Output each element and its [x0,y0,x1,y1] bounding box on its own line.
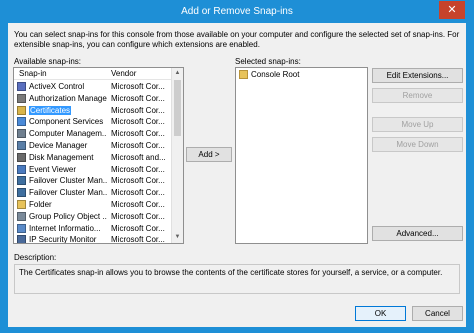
console-root-folder-icon [239,70,248,79]
snapin-row[interactable]: Device Manager Microsoft Cor... [15,140,167,151]
snapin-name: Disk Management [29,152,94,162]
column-header-snapin[interactable]: Snap-in [19,69,47,78]
snapin-vendor: Microsoft Cor... [111,129,165,139]
snapin-row[interactable]: Event Viewer Microsoft Cor... [15,164,167,175]
description-label: Description: [14,253,57,262]
snapin-row[interactable]: Disk Management Microsoft and... [15,152,167,163]
computer-management-icon [17,129,26,139]
snapin-vendor: Microsoft and... [111,152,166,162]
folder-icon [17,200,26,209]
component-services-icon [17,117,26,127]
snapin-name: Certificates [29,105,72,115]
authorization-manager-icon [17,93,26,103]
snapin-vendor: Microsoft Cor... [111,141,165,150]
device-manager-icon [17,141,26,150]
snapin-row[interactable]: Group Policy Object ... Microsoft Cor... [15,211,167,222]
scroll-down-arrow-icon[interactable]: ▼ [172,232,183,243]
title-bar[interactable]: Add or Remove Snap-ins ✕ [1,1,473,23]
snapin-row[interactable]: Folder Microsoft Cor... [15,199,167,210]
snapin-row[interactable]: Certificates Microsoft Cor... [15,105,167,116]
activex-icon [17,82,26,91]
snapin-row[interactable]: Component Services Microsoft Cor... [15,116,167,127]
vertical-scrollbar[interactable]: ▲ ▼ [171,68,183,243]
group-policy-icon [17,211,26,221]
list-header: Snap-in Vendor [14,68,183,80]
column-header-vendor[interactable]: Vendor [111,69,136,78]
move-down-button[interactable]: Move Down [372,137,463,152]
description-box: The Certificates snap-in allows you to b… [14,264,460,294]
ok-button[interactable]: OK [355,306,406,321]
snapin-row[interactable]: IP Security Monitor Microsoft Cor... [15,234,167,244]
add-button[interactable]: Add > [186,147,232,162]
snapin-name: Group Policy Object ... [29,211,107,221]
remove-button[interactable]: Remove [372,88,463,103]
snapin-name: Authorization Manager [29,93,107,103]
failover-cluster-icon [17,188,26,198]
snapin-name: ActiveX Control [29,82,85,91]
snapin-vendor: Microsoft Cor... [111,188,165,198]
snapin-vendor: Microsoft Cor... [111,235,165,244]
add-remove-snapins-dialog: Add or Remove Snap-ins ✕ You can select … [0,0,474,333]
snapin-vendor: Microsoft Cor... [111,82,165,91]
ip-security-monitor-icon [17,235,26,243]
disk-management-icon [17,152,26,162]
snapin-name: Folder [29,200,52,209]
selected-snapins-label: Selected snap-ins: [235,57,301,66]
snapin-row[interactable]: ActiveX Control Microsoft Cor... [15,81,167,92]
edit-extensions-button[interactable]: Edit Extensions... [372,68,463,83]
close-button[interactable]: ✕ [439,1,465,19]
snapin-vendor: Microsoft Cor... [111,105,165,115]
certificates-icon [17,105,26,115]
event-viewer-icon [17,164,26,174]
scroll-up-arrow-icon[interactable]: ▲ [172,68,183,79]
advanced-button[interactable]: Advanced... [372,226,463,241]
snapin-vendor: Microsoft Cor... [111,164,165,174]
iis-icon [17,223,26,233]
snapin-name: Internet Informatio... [29,223,101,233]
snapin-vendor: Microsoft Cor... [111,211,165,221]
snapin-name: Event Viewer [29,164,76,174]
description-text: The Certificates snap-in allows you to b… [19,268,443,277]
snapin-vendor: Microsoft Cor... [111,200,165,209]
available-snapins-label: Available snap-ins: [14,57,82,66]
snapin-name: Device Manager [29,141,88,150]
cancel-button[interactable]: Cancel [412,306,463,321]
snapin-row[interactable]: Authorization Manager Microsoft Cor... [15,93,167,104]
snapin-name: IP Security Monitor [29,235,97,244]
snapin-name: Component Services [29,117,104,127]
selected-item-label: Console Root [251,70,300,79]
snapin-row[interactable]: Failover Cluster Man... Microsoft Cor... [15,175,167,186]
snapin-row[interactable]: Failover Cluster Man... Microsoft Cor... [15,187,167,198]
dialog-body: You can select snap-ins for this console… [8,23,466,327]
snapin-name: Failover Cluster Man... [29,176,107,186]
selected-snapins-list[interactable]: Console Root [235,67,368,244]
snapin-vendor: Microsoft Cor... [111,93,165,103]
snapin-vendor: Microsoft Cor... [111,117,165,127]
snapin-row[interactable]: Computer Managem... Microsoft Cor... [15,128,167,139]
window-title: Add or Remove Snap-ins [181,6,293,17]
snapin-name: Computer Managem... [29,129,107,139]
scroll-thumb[interactable] [174,80,181,136]
snapin-name: Failover Cluster Man... [29,188,107,198]
failover-cluster-icon [17,176,26,186]
move-up-button[interactable]: Move Up [372,117,463,132]
snapin-row[interactable]: Internet Informatio... Microsoft Cor... [15,223,167,234]
snapin-vendor: Microsoft Cor... [111,176,165,186]
selected-item-console-root[interactable]: Console Root [237,69,367,80]
intro-text: You can select snap-ins for this console… [14,30,460,49]
available-snapins-list[interactable]: Snap-in Vendor ActiveX Control Microsoft … [13,67,184,244]
snapin-vendor: Microsoft Cor... [111,223,165,233]
